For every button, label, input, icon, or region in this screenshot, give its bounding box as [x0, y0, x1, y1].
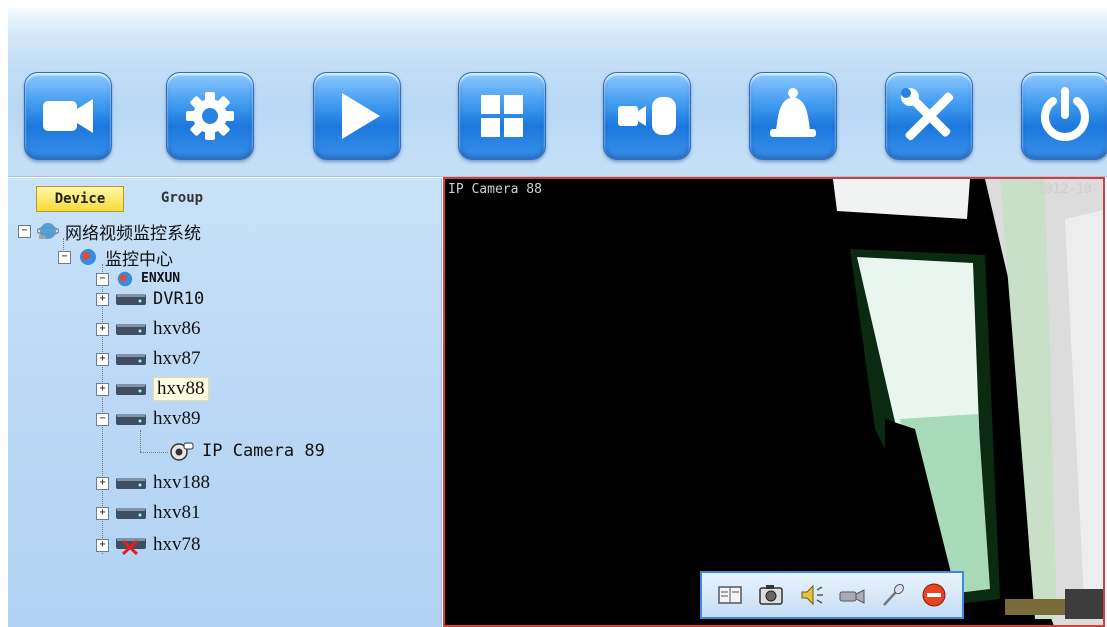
expand-toggle[interactable]: + — [96, 322, 109, 336]
expand-toggle[interactable]: + — [96, 382, 109, 396]
tree-node-label: hxv188 — [153, 472, 210, 493]
tree-node-device[interactable]: + DVR10 — [96, 286, 204, 312]
bell-icon — [770, 88, 816, 137]
collapse-toggle[interactable]: − — [96, 272, 109, 286]
osd-camera-title: IP Camera 88 — [448, 182, 542, 197]
ip-camera-icon — [170, 442, 194, 461]
speaker-icon — [801, 584, 823, 606]
talk-button[interactable] — [878, 580, 908, 610]
device-panel: Device Group − 网络视频监控系统 − 监控中心 − ENXUN +… — [8, 178, 442, 627]
play-icon — [342, 93, 380, 139]
collapse-toggle[interactable]: − — [18, 224, 31, 238]
tree-node-camera[interactable]: IP Camera 89 — [170, 438, 325, 464]
dvr-device-icon — [116, 384, 146, 395]
tree-node-label: DVR10 — [153, 289, 205, 309]
video-viewport[interactable]: IP Camera 88 2012-10- — [443, 177, 1105, 627]
tree-node-label: hxv87 — [153, 348, 201, 369]
snapshot-icon — [759, 585, 783, 605]
collapse-toggle[interactable]: − — [96, 412, 109, 426]
tree-node-device[interactable]: + hxv188 — [96, 470, 210, 496]
globe-icon — [80, 249, 96, 265]
tree-node-label: 监控中心 — [105, 249, 173, 270]
osd-timestamp: 2012-10- — [1037, 182, 1100, 197]
tree-node-device[interactable]: + hxv81 — [96, 500, 201, 526]
microphone-icon — [883, 583, 904, 606]
tree-node-device[interactable]: + hxv88 — [96, 376, 209, 402]
exit-button[interactable] — [1021, 72, 1107, 160]
tree-node-label: hxv86 — [153, 318, 201, 339]
tree-node-device[interactable]: + hxv87 — [96, 346, 201, 372]
dvr-offline-icon — [116, 538, 146, 555]
audio-button[interactable] — [797, 580, 827, 610]
dvr-device-icon — [116, 414, 146, 425]
expand-toggle[interactable]: + — [96, 352, 109, 366]
gear-icon — [186, 92, 234, 140]
tree-node-root[interactable]: − 网络视频监控系统 — [18, 218, 201, 244]
layout-toggle-button[interactable] — [715, 580, 745, 610]
record-camera-icon — [618, 97, 676, 135]
tools-icon — [901, 88, 954, 141]
dvr-device-icon — [116, 354, 146, 365]
snapshot-button[interactable] — [756, 580, 786, 610]
live-view-button[interactable] — [24, 72, 112, 160]
stop-icon — [922, 583, 946, 607]
collapse-toggle[interactable]: − — [58, 250, 71, 264]
tree-node-label: ENXUN — [141, 271, 181, 286]
tree-node-label-selected: hxv88 — [153, 377, 209, 401]
tree-node-label: hxv89 — [153, 408, 201, 429]
tree-node-device[interactable]: − hxv89 — [96, 406, 201, 432]
settings-button[interactable] — [166, 72, 254, 160]
stop-button[interactable] — [919, 580, 949, 610]
dvr-device-icon — [116, 508, 146, 519]
main-toolbar — [8, 8, 1107, 177]
layout-toggle-icon — [718, 586, 743, 604]
layout-button[interactable] — [458, 72, 546, 160]
tree-node-device-offline[interactable]: + hxv78 — [96, 532, 201, 558]
tools-button[interactable] — [885, 72, 973, 160]
tree-node-label: hxv81 — [153, 502, 201, 523]
dvr-device-icon — [116, 478, 146, 489]
device-tree: − 网络视频监控系统 − 监控中心 − ENXUN + DVR10 + hxv8… — [8, 178, 441, 627]
tree-node-label: IP Camera 89 — [202, 441, 325, 461]
expand-toggle[interactable]: + — [96, 292, 109, 306]
video-control-bar — [700, 571, 964, 619]
network-globe-icon — [37, 223, 59, 239]
expand-toggle[interactable]: + — [96, 538, 109, 552]
camera-feed-image — [833, 179, 1103, 625]
record-button[interactable] — [603, 72, 691, 160]
playback-button[interactable] — [313, 72, 401, 160]
tree-node-device[interactable]: + hxv86 — [96, 316, 201, 342]
tree-node-label: hxv78 — [153, 534, 201, 555]
tree-node-center[interactable]: − 监控中心 — [58, 244, 173, 270]
expand-toggle[interactable]: + — [96, 476, 109, 490]
record-video-button[interactable] — [837, 580, 867, 610]
dvr-device-icon — [116, 294, 146, 305]
grid-icon — [481, 95, 523, 137]
record-icon — [839, 589, 865, 604]
power-icon — [1041, 87, 1089, 141]
expand-toggle[interactable]: + — [96, 506, 109, 520]
video-camera-icon — [43, 99, 93, 133]
tree-node-label: 网络视频监控系统 — [65, 223, 201, 244]
alarm-button[interactable] — [749, 72, 837, 160]
dvr-device-icon — [116, 324, 146, 335]
